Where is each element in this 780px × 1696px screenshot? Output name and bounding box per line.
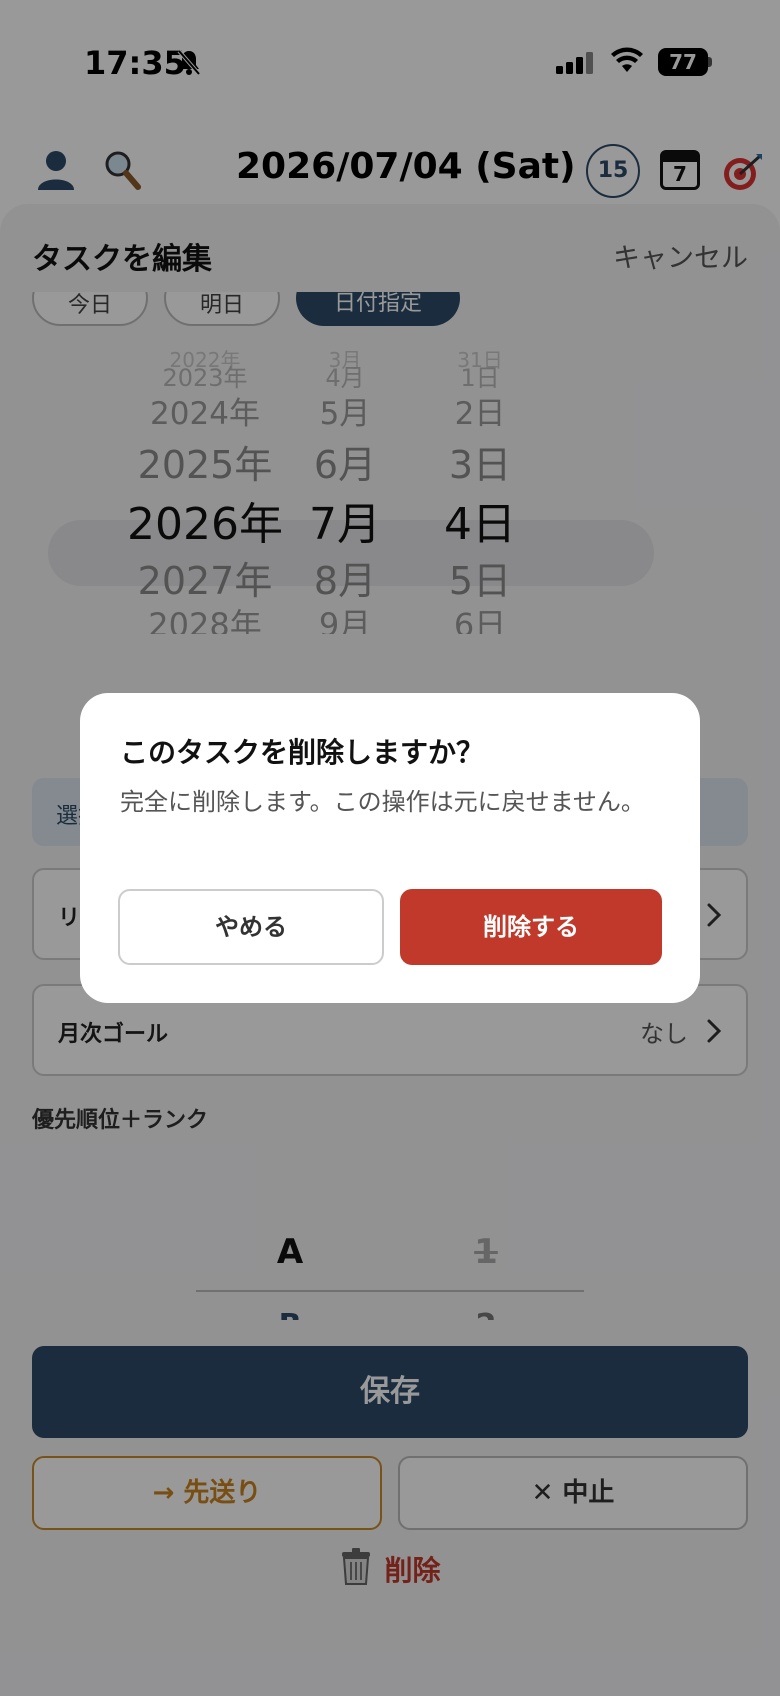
dialog-delete-button[interactable]: 削除する (400, 889, 662, 965)
delete-confirm-dialog: このタスクを削除しますか？ 完全に削除します。この操作は元に戻せません。 やめる… (80, 693, 700, 1003)
dialog-message: 完全に削除します。この操作は元に戻せません。 (120, 788, 645, 816)
dialog-cancel-button[interactable]: やめる (118, 889, 384, 965)
dialog-title: このタスクを削除しますか？ (120, 736, 485, 769)
